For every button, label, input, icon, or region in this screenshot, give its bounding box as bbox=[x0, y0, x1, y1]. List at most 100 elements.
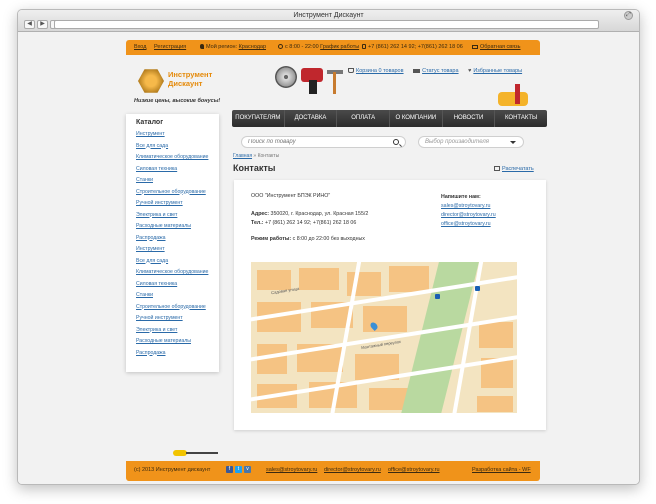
map-block bbox=[389, 266, 429, 292]
hours-block: Режим работы: с 8:00 до 22:00 без выходн… bbox=[251, 236, 365, 242]
catalog-item[interactable]: Станки bbox=[136, 290, 219, 302]
catalog-item[interactable]: Инструмент bbox=[136, 129, 219, 141]
region-value-link[interactable]: Краснодар bbox=[239, 44, 266, 50]
location-map[interactable]: Садовая улица Монтажный переулок bbox=[251, 262, 517, 413]
catalog-item[interactable]: Инструмент bbox=[136, 244, 219, 256]
favorites-link[interactable]: ♥ Избранные товары bbox=[468, 68, 522, 74]
order-status-text[interactable]: Статус товара bbox=[422, 68, 458, 74]
bus-stop-icon bbox=[435, 294, 440, 299]
logo-line2: Дискаунт bbox=[168, 79, 203, 88]
address-label: Адрес: bbox=[251, 211, 270, 217]
email-office-link[interactable]: office@stroytovary.ru bbox=[441, 220, 496, 229]
logo-bolt-icon bbox=[138, 69, 164, 93]
screwdriver-icon bbox=[173, 441, 221, 461]
catalog-item[interactable]: Все для сада bbox=[136, 141, 219, 153]
flashlight-icon bbox=[515, 84, 520, 104]
fullscreen-icon[interactable]: ⤢ bbox=[624, 11, 633, 20]
catalog-item[interactable]: Строительное оборудование bbox=[136, 187, 219, 199]
menu-item-contacts[interactable]: КОНТАКТЫ bbox=[495, 110, 547, 127]
vk-icon[interactable]: v bbox=[244, 466, 251, 473]
email-sales-link[interactable]: sales@stroytovary.ru bbox=[441, 202, 496, 211]
login-link[interactable]: Вход bbox=[134, 44, 146, 50]
drill-handle bbox=[309, 80, 317, 94]
catalog-item[interactable]: Расходные материалы bbox=[136, 336, 219, 348]
catalog-item[interactable]: Электрика и свет bbox=[136, 325, 219, 337]
back-icon[interactable]: ◀ bbox=[24, 20, 35, 29]
menu-item-about[interactable]: О КОМПАНИИ bbox=[390, 110, 443, 127]
search-input[interactable] bbox=[248, 139, 388, 145]
cart-link[interactable]: Корзина 0 товаров bbox=[348, 68, 404, 74]
catalog-list: Инструмент Все для сада Климатическое обор… bbox=[136, 129, 219, 359]
catalog-item[interactable]: Строительное оборудование bbox=[136, 302, 219, 314]
location-pin-icon bbox=[200, 44, 204, 49]
twitter-icon[interactable]: t bbox=[235, 466, 242, 473]
clock-icon bbox=[278, 44, 283, 49]
cart-icon bbox=[348, 68, 354, 73]
register-link[interactable]: Регистрация bbox=[154, 44, 186, 50]
catalog-item[interactable]: Распродажа bbox=[136, 348, 219, 360]
feedback-link[interactable]: Обратная связь bbox=[472, 44, 521, 50]
page-title: Контакты bbox=[233, 163, 276, 173]
catalog-item[interactable]: Климатическое оборудование bbox=[136, 267, 219, 279]
vendor-select[interactable]: Выбор производителя bbox=[418, 136, 524, 148]
browser-window: Инструмент Дискаунт ◀ ▶ + ⤢ Вход Регистр… bbox=[17, 9, 640, 485]
footer-email-office[interactable]: office@stroytovary.ru bbox=[388, 467, 440, 473]
menu-item-buyers[interactable]: ПОКУПАТЕЛЯМ bbox=[232, 110, 285, 127]
forward-icon[interactable]: ▶ bbox=[37, 20, 48, 29]
facebook-icon[interactable]: f bbox=[226, 466, 233, 473]
breadcrumb: Главная » Контакты bbox=[233, 153, 279, 159]
catalog-item[interactable]: Расходные материалы bbox=[136, 221, 219, 233]
logo-slogan: Низкие цены, высокие бонусы! bbox=[134, 98, 221, 104]
browser-titlebar: Инструмент Дискаунт ◀ ▶ + ⤢ bbox=[18, 10, 639, 32]
footer-developer-link[interactable]: Разработка сайта - WF bbox=[472, 467, 531, 473]
catalog-title: Каталог bbox=[136, 119, 164, 126]
map-block bbox=[363, 306, 407, 332]
tools-illustration bbox=[271, 64, 351, 104]
contacts-card: ООО "Инструмент БПЭК РИНО" Адрес: 350020… bbox=[234, 180, 546, 430]
print-text[interactable]: Распечатать bbox=[502, 166, 534, 172]
screwdriver-shaft bbox=[186, 452, 218, 454]
footer-email-sales[interactable]: sales@stroytovary.ru bbox=[266, 467, 317, 473]
search-icon[interactable] bbox=[393, 139, 399, 145]
company-name: ООО "Инструмент БПЭК РИНО" bbox=[251, 193, 331, 199]
catalog-item[interactable]: Силовая техника bbox=[136, 279, 219, 291]
menu-item-delivery[interactable]: ДОСТАВКА bbox=[285, 110, 338, 127]
map-block bbox=[299, 268, 339, 290]
order-status-link[interactable]: Статус товара bbox=[413, 68, 459, 74]
footer-email-director[interactable]: director@stroytovary.ru bbox=[324, 467, 381, 473]
site-footer: (с) 2013 Инструмент дискаунт f t v sales… bbox=[126, 461, 540, 481]
breadcrumb-home[interactable]: Главная bbox=[233, 153, 252, 159]
favorites-text[interactable]: Избранные товары bbox=[473, 68, 522, 74]
phone-icon bbox=[362, 44, 366, 49]
heart-icon: ♥ bbox=[468, 68, 472, 74]
catalog-item[interactable]: Распродажа bbox=[136, 233, 219, 245]
email-director-link[interactable]: director@stroytovary.ru bbox=[441, 211, 496, 220]
address-value: 350020, г. Краснодар, ул. Красная 155/2 bbox=[270, 211, 369, 217]
chevron-down-icon bbox=[510, 141, 516, 144]
address-bar[interactable] bbox=[54, 20, 599, 29]
catalog-item[interactable]: Станки bbox=[136, 175, 219, 187]
menu-item-payment[interactable]: ОПЛАТА bbox=[337, 110, 391, 127]
printer-icon bbox=[494, 166, 500, 171]
catalog-item[interactable]: Ручной инструмент bbox=[136, 313, 219, 325]
window-title: Инструмент Дискаунт bbox=[293, 12, 364, 19]
catalog-item[interactable]: Силовая техника bbox=[136, 164, 219, 176]
hours-value: с 8:00 до 22:00 без выходных bbox=[292, 236, 365, 242]
catalog-sidebar: Каталог Инструмент Все для сада Климатичес… bbox=[126, 114, 219, 372]
menu-item-news[interactable]: НОВОСТИ bbox=[443, 110, 496, 127]
catalog-item[interactable]: Ручной инструмент bbox=[136, 198, 219, 210]
schedule-link[interactable]: График работы bbox=[320, 44, 359, 50]
phone-label: Тел.: bbox=[251, 220, 264, 226]
hammer-handle bbox=[333, 72, 336, 94]
catalog-item[interactable]: Электрика и свет bbox=[136, 210, 219, 222]
catalog-item[interactable]: Климатическое оборудование bbox=[136, 152, 219, 164]
write-us-block: Напишите нам: sales@stroytovary.ru direc… bbox=[441, 193, 496, 229]
print-link[interactable]: Распечатать bbox=[494, 166, 534, 172]
web-page: Вход Регистрация Мой регион: Краснодар с… bbox=[18, 32, 639, 484]
site-logo[interactable]: Инструмент Дискаунт Низкие цены, высокие … bbox=[134, 66, 244, 120]
cart-text[interactable]: Корзина 0 товаров bbox=[356, 68, 404, 74]
feedback-text[interactable]: Обратная связь bbox=[480, 44, 521, 50]
catalog-item[interactable]: Все для сада bbox=[136, 256, 219, 268]
write-us-label: Напишите нам: bbox=[441, 194, 481, 200]
address-block: Адрес: 350020, г. Краснодар, ул. Красная… bbox=[251, 210, 368, 228]
